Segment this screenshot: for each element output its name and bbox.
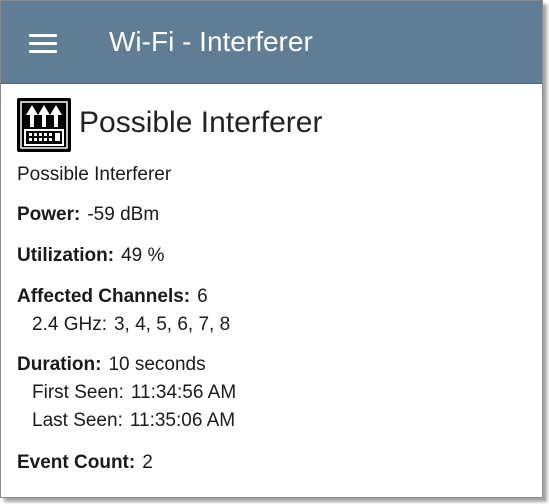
app-bar: Wi-Fi - Interferer xyxy=(1,1,542,84)
band-row: 2.4 GHz: 3, 4, 5, 6, 7, 8 xyxy=(32,313,230,337)
power-row: Power: -59 dBm xyxy=(17,203,159,227)
hamburger-menu-icon[interactable] xyxy=(23,27,63,59)
utilization-value: 49 % xyxy=(121,245,165,266)
app-window: Wi-Fi - Interferer Possible Interferer P… xyxy=(0,0,543,498)
menu-bar-middle xyxy=(29,42,57,45)
duration-row: Duration: 10 seconds xyxy=(17,353,206,377)
menu-bar-top xyxy=(29,34,57,37)
device-subtitle: Possible Interferer xyxy=(17,164,172,185)
event-count-value: 2 xyxy=(142,452,153,473)
device-type-text: Possible Interferer xyxy=(17,163,171,187)
event-count-label: Event Count: xyxy=(17,452,136,473)
menu-bar-bottom xyxy=(29,50,57,53)
interferer-device-icon-graphic xyxy=(19,100,69,150)
last-seen-label: Last Seen: xyxy=(32,410,123,431)
affected-channels-value: 6 xyxy=(197,286,208,307)
power-label: Power: xyxy=(17,204,81,225)
last-seen-value: 11:35:06 AM xyxy=(129,410,236,431)
last-seen-row: Last Seen: 11:35:06 AM xyxy=(32,409,235,433)
first-seen-row: First Seen: 11:34:56 AM xyxy=(32,381,236,405)
affected-channels-label: Affected Channels: xyxy=(17,286,191,307)
page-title: Wi-Fi - Interferer xyxy=(109,26,313,57)
event-count-row: Event Count: 2 xyxy=(17,451,153,475)
band-channels-value: 3, 4, 5, 6, 7, 8 xyxy=(113,314,231,335)
band-label: 2.4 GHz: xyxy=(32,314,107,335)
interferer-device-icon xyxy=(17,98,71,152)
first-seen-value: 11:34:56 AM xyxy=(130,382,237,403)
device-title: Possible Interferer xyxy=(79,106,323,139)
duration-label: Duration: xyxy=(17,354,102,375)
utilization-row: Utilization: 49 % xyxy=(17,244,164,268)
first-seen-label: First Seen: xyxy=(32,382,124,403)
utilization-label: Utilization: xyxy=(17,245,115,266)
affected-channels-row: Affected Channels: 6 xyxy=(17,285,208,309)
power-value: -59 dBm xyxy=(87,204,160,225)
duration-value: 10 seconds xyxy=(108,354,206,375)
